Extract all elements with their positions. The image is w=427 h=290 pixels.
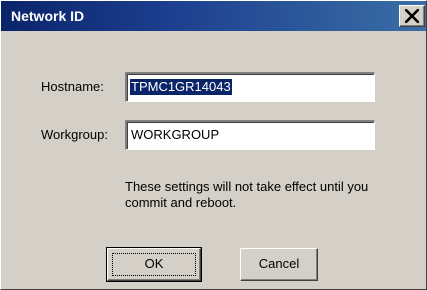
ok-button[interactable]: OK <box>106 247 202 282</box>
hostname-input[interactable]: TPMC1GR14043 <box>125 72 375 102</box>
hostname-value: TPMC1GR14043 <box>130 79 232 95</box>
cancel-button[interactable]: Cancel <box>240 248 318 281</box>
hostname-label: Hostname: <box>41 79 104 94</box>
ok-button-label: OK <box>144 256 164 271</box>
settings-note: These settings will not take effect unti… <box>125 179 369 210</box>
close-button[interactable] <box>399 5 425 27</box>
title-bar[interactable]: Network ID <box>1 1 426 31</box>
network-id-dialog: Network ID Hostname: TPMC1GR14043 Workgr… <box>0 0 427 290</box>
workgroup-value: WORKGROUP <box>131 127 220 142</box>
cancel-button-label: Cancel <box>258 256 300 271</box>
close-icon <box>405 9 419 23</box>
workgroup-label: Workgroup: <box>41 127 108 142</box>
window-title: Network ID <box>11 8 85 24</box>
workgroup-input[interactable]: WORKGROUP <box>125 120 375 150</box>
